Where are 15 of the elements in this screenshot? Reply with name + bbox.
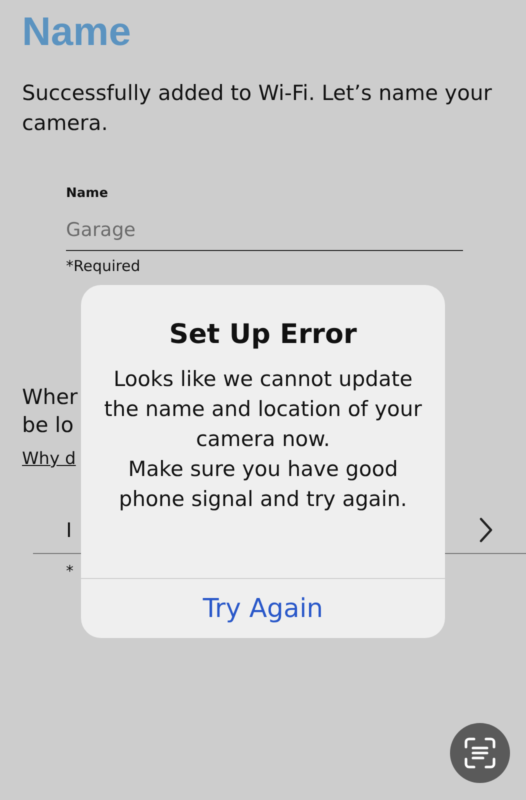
alert-message: Looks like we cannot update the name and location of your camera now. Make sure you have good phone signal and try again. [103,366,423,513]
required-note: *Required [66,257,142,275]
try-again-button[interactable]: Try Again [81,578,445,638]
field-label: Name [66,186,110,201]
scan-text-icon [463,736,497,770]
section-text: be lo [22,412,74,439]
alert-title: Set Up Error [168,319,358,350]
info-link[interactable]: Why d [22,449,76,469]
required-note: * [66,562,74,580]
name-input-field[interactable]: Garage [66,215,463,251]
chevron-icon[interactable] [479,517,493,543]
page-title: Name [22,9,132,56]
row-label: I [66,518,72,542]
page-subtitle: Successfully added to Wi-Fi. Let’s name your camera. [22,80,492,137]
section-text: Wher [22,384,78,411]
